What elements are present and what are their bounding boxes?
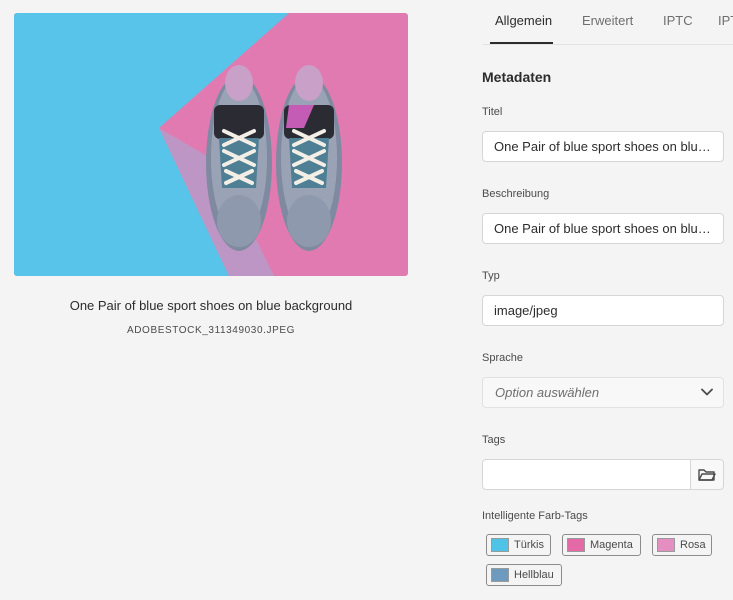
section-title-metadaten: Metadaten: [482, 69, 552, 85]
tab-erweitert[interactable]: Erweitert: [582, 13, 633, 28]
asset-preview-image: [14, 13, 408, 276]
color-tag-tuerkis[interactable]: Türkis: [486, 534, 551, 556]
tab-iptc[interactable]: IPTC: [663, 13, 693, 28]
type-field[interactable]: image/jpeg: [482, 295, 724, 326]
folder-icon: [698, 468, 716, 481]
active-tab-indicator: [490, 42, 553, 44]
color-tag-hellblau[interactable]: Hellblau: [486, 564, 562, 586]
color-swatch: [657, 538, 675, 552]
description-field[interactable]: One Pair of blue sport shoes on blue...: [482, 213, 724, 244]
language-select[interactable]: Option auswählen: [482, 377, 724, 408]
tags-label: Tags: [482, 434, 506, 446]
asset-filename: ADOBESTOCK_311349030.JPEG: [126, 325, 296, 336]
title-label: Titel: [482, 106, 503, 118]
tab-iptc-extension[interactable]: IPTC: [718, 13, 733, 28]
language-label: Sprache: [482, 352, 523, 364]
type-label: Typ: [482, 270, 500, 282]
asset-title: One Pair of blue sport shoes on blue bac…: [69, 298, 353, 313]
shoes-photo: [14, 13, 408, 276]
color-tag-rosa[interactable]: Rosa: [652, 534, 712, 556]
color-tag-label: Magenta: [590, 539, 633, 551]
tags-input[interactable]: [482, 459, 724, 490]
color-tag-label: Türkis: [514, 539, 544, 551]
color-swatch: [491, 568, 509, 582]
tags-browse-button[interactable]: [690, 460, 723, 489]
description-label: Beschreibung: [482, 188, 550, 200]
title-field[interactable]: One Pair of blue sport shoes on blue...: [482, 131, 724, 162]
smart-color-tags-label: Intelligente Farb-Tags: [482, 510, 588, 522]
tab-allgemein[interactable]: Allgemein: [495, 13, 552, 28]
language-placeholder: Option auswählen: [495, 385, 600, 400]
color-tag-label: Rosa: [680, 539, 706, 551]
color-tag-label: Hellblau: [514, 569, 554, 581]
tabs-divider: [482, 44, 733, 45]
color-swatch: [567, 538, 585, 552]
color-swatch: [491, 538, 509, 552]
chevron-down-icon: [701, 388, 713, 396]
color-tag-magenta[interactable]: Magenta: [562, 534, 641, 556]
